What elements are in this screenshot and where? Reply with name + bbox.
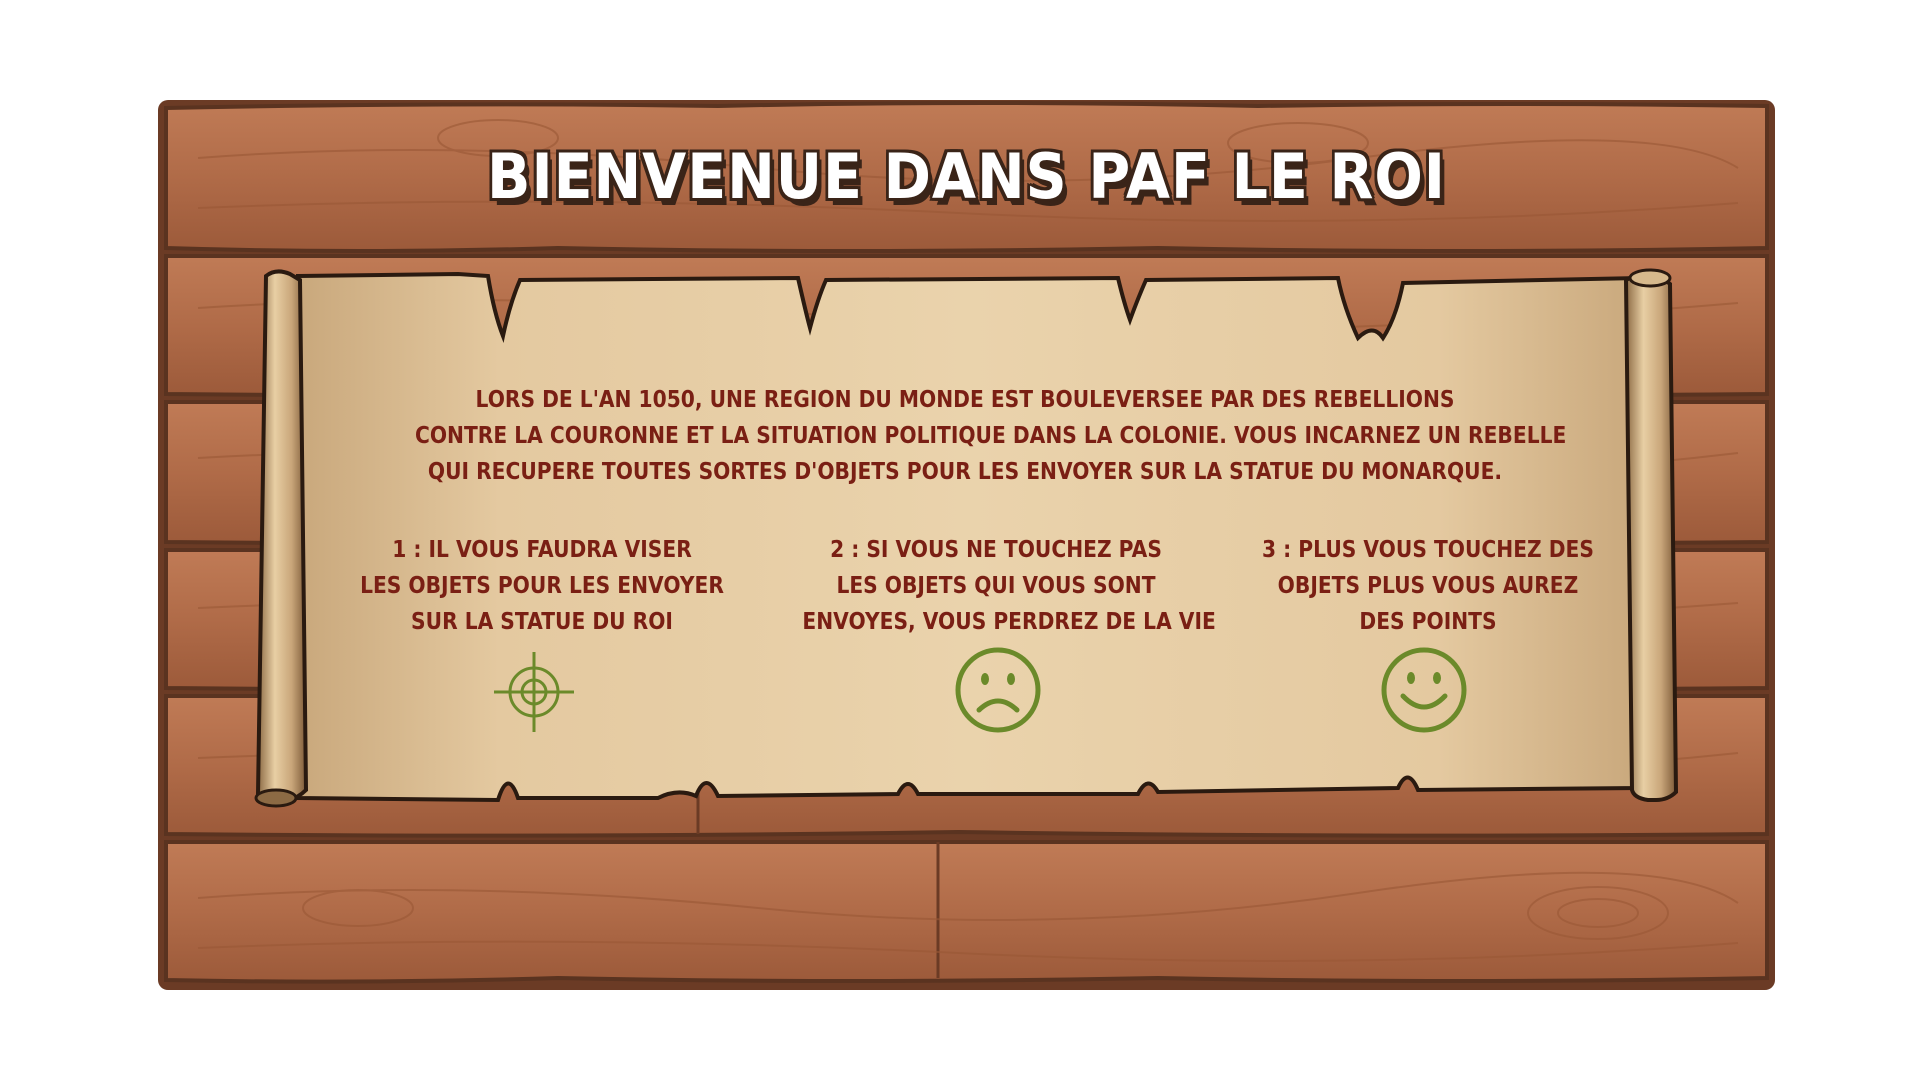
rule-line: ENVOYES, VOUS PERDREZ DE LA VIE (802, 609, 1216, 635)
intro-line: LORS DE L'AN 1050, UNE REGION DU MONDE E… (475, 387, 1455, 413)
rule-points: 3 : PLUS VOUS TOUCHEZ DES OBJETS PLUS VO… (1234, 532, 1621, 640)
intro-line: QUI RECUPERE TOUTES SORTES D'OBJETS POUR… (427, 459, 1503, 485)
rule-line: OBJETS PLUS VOUS AUREZ (1277, 573, 1579, 599)
rule-line: LES OBJETS POUR LES ENVOYER (360, 573, 724, 599)
rule-line: 1 : IL VOUS FAUDRA VISER (392, 537, 692, 563)
rule-line: DES POINTS (1359, 609, 1497, 635)
rule-line: 3 : PLUS VOUS TOUCHEZ DES (1262, 537, 1594, 563)
rule-line: 2 : SI VOUS NE TOUCHEZ PAS (830, 537, 1162, 563)
sad-face-icon (955, 647, 1041, 733)
rule-life: 2 : SI VOUS NE TOUCHEZ PAS LES OBJETS QU… (802, 532, 1216, 640)
rule-aim: 1 : IL VOUS FAUDRA VISER LES OBJETS POUR… (348, 532, 735, 640)
welcome-screen: BIENVENUE DANS PAF LE ROI LORS DE L'AN 1… (0, 0, 1920, 1080)
rule-line: SUR LA STATUE DU ROI (411, 609, 673, 635)
page-title: BIENVENUE DANS PAF LE ROI (487, 140, 1446, 213)
smiley-face-icon (1381, 647, 1467, 733)
rule-line: LES OBJETS QUI VOUS SONT (836, 573, 1156, 599)
crosshair-icon (494, 652, 574, 732)
intro-text: LORS DE L'AN 1050, UNE REGION DU MONDE E… (415, 382, 1567, 490)
intro-line: CONTRE LA COURONNE ET LA SITUATION POLIT… (415, 423, 1567, 449)
